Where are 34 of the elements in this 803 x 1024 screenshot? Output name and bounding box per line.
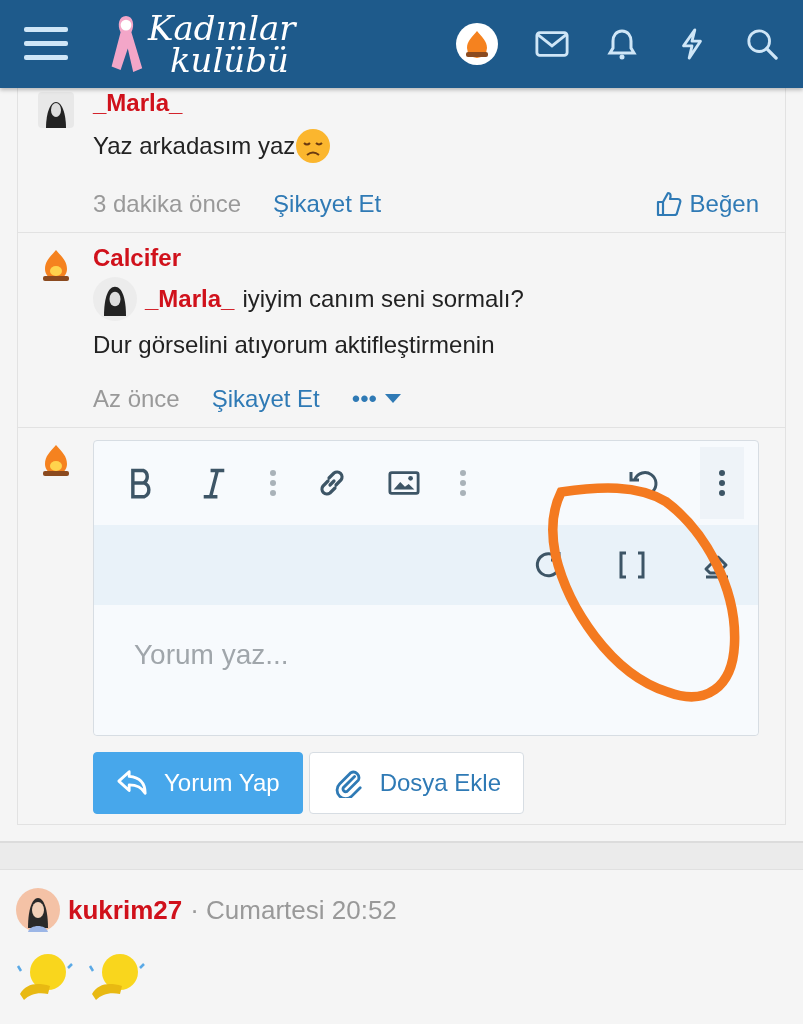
reply-icon[interactable] xyxy=(116,768,148,798)
quote-text: iyiyim canım seni sormalı? xyxy=(242,285,524,313)
user-avatar xyxy=(37,92,74,128)
report-link[interactable]: Şikayet Et xyxy=(211,385,320,413)
timestamp: · Cumartesi 20:52 xyxy=(190,894,397,926)
author-name[interactable]: Calcifer xyxy=(93,243,759,273)
attach-file-button[interactable]: Dosya Ekle xyxy=(308,752,525,814)
thumbs-up-icon[interactable] xyxy=(655,191,682,217)
like-button[interactable]: Beğen xyxy=(655,190,759,218)
logo-text: kulübü xyxy=(169,44,290,77)
comment-text: Yaz arkadasım yaz xyxy=(93,132,296,160)
more-button[interactable] xyxy=(700,447,744,519)
site-logo[interactable]: Kadınlar kulübü xyxy=(108,10,296,78)
sad-face-icon xyxy=(295,128,332,164)
comment-text: Dur görselini atıyorum aktifleştirmenin xyxy=(93,331,495,359)
more-menu[interactable]: ••• xyxy=(351,385,401,413)
mail-icon[interactable] xyxy=(535,28,569,60)
more-icon[interactable] xyxy=(719,470,725,496)
menu-icon[interactable] xyxy=(24,27,68,61)
search-icon[interactable] xyxy=(745,28,779,60)
author-name[interactable]: kukrim27 xyxy=(68,894,183,926)
caret-icon[interactable] xyxy=(385,394,401,404)
comment-editor[interactable]: Yorum yaz... xyxy=(93,440,759,736)
user-avatar[interactable] xyxy=(455,22,499,66)
report-link[interactable]: Şikayet Et xyxy=(273,190,382,218)
logo-text: Kadınlar xyxy=(148,11,296,44)
user-avatar xyxy=(93,277,137,321)
timestamp: Az önce xyxy=(93,385,180,413)
mention-name[interactable]: _Marla_ xyxy=(145,285,235,313)
submit-comment-button[interactable]: Yorum Yap xyxy=(93,752,303,814)
user-avatar[interactable] xyxy=(16,888,60,932)
bell-icon[interactable] xyxy=(605,28,639,60)
author-name[interactable]: _Marla_ xyxy=(93,88,759,118)
timestamp: 3 dakika önce xyxy=(93,190,242,218)
